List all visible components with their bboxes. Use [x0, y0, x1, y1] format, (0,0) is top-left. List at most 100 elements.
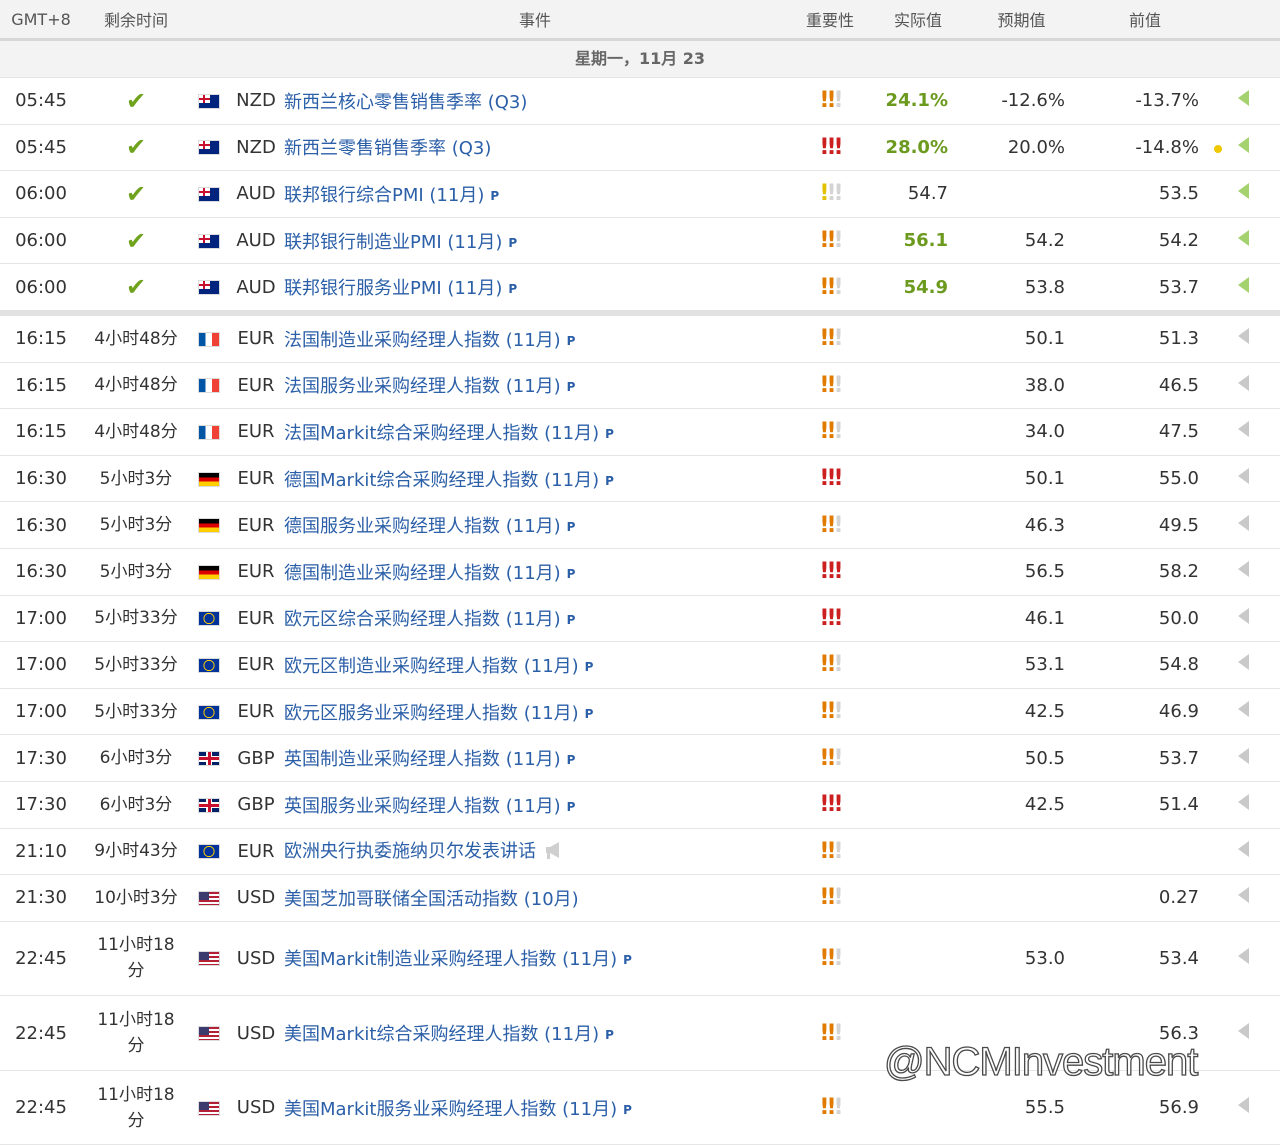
event-link[interactable]: 联邦银行综合PMI (11月) P	[284, 181, 786, 207]
table-row[interactable]: 16:15 4小时48分 EUR 法国Markit综合采购经理人指数 (11月) P!!…	[0, 409, 1280, 456]
event-link[interactable]: 新西兰核心零售销售季率 (Q3)	[284, 88, 786, 114]
expand-arrow-icon[interactable]	[1227, 794, 1260, 815]
expand-arrow-icon[interactable]	[1227, 1022, 1260, 1044]
usd-flag-icon	[198, 1026, 220, 1042]
event-time: 17:30	[15, 747, 67, 769]
event-name: 欧元区服务业采购经理人指数 (11月)	[284, 702, 579, 724]
event-link[interactable]: 欧洲央行执委施纳贝尔发表讲话	[284, 837, 786, 865]
expand-arrow-icon[interactable]	[1227, 421, 1260, 442]
event-link[interactable]: 德国Markit综合采购经理人指数 (11月) P	[284, 466, 786, 492]
expand-arrow-icon[interactable]	[1227, 747, 1260, 769]
expand-arrow-icon[interactable]	[1227, 136, 1260, 158]
event-name: 美国Markit综合采购经理人指数 (11月)	[284, 1024, 600, 1046]
day-label: 星期一，11月 23	[0, 41, 1280, 78]
table-row[interactable]: 16:15 4小时48分 EUR 法国制造业采购经理人指数 (11月) P!!! 50.1…	[0, 316, 1280, 363]
currency-code: GBP	[237, 794, 275, 816]
event-link[interactable]: 新西兰零售销售季率 (Q3)	[284, 134, 786, 160]
importance-icon: !!!	[819, 228, 843, 254]
expand-arrow-icon[interactable]	[1227, 514, 1260, 536]
event-link[interactable]: 英国制造业采购经理人指数 (11月) P	[284, 745, 786, 771]
table-row[interactable]: 16:30 5小时3分 EUR 德国服务业采购经理人指数 (11月) P!!! 46.3 4…	[0, 502, 1280, 549]
event-link[interactable]: 法国服务业采购经理人指数 (11月) P	[284, 372, 786, 398]
table-row[interactable]: 21:30 10小时3分 USD 美国芝加哥联储全国活动指数 (10月)!!! 0.27	[0, 875, 1280, 922]
expand-arrow-icon[interactable]	[1227, 468, 1260, 489]
expand-arrow-icon[interactable]	[1227, 654, 1260, 675]
event-name: 新西兰零售销售季率 (Q3)	[284, 138, 492, 160]
expand-arrow-icon[interactable]	[1227, 887, 1260, 908]
table-row[interactable]: 06:00 ✔ AUD 联邦银行综合PMI (11月) P!!! 54.7 53.5	[0, 171, 1280, 218]
table-row[interactable]: 17:30 6小时3分 GBP 英国制造业采购经理人指数 (11月) P!!! 50.5 5…	[0, 735, 1280, 782]
table-row[interactable]: 06:00 ✔ AUD 联邦银行制造业PMI (11月) P!!! 56.1 54.2 54.…	[0, 218, 1280, 265]
event-time: 16:30	[15, 561, 67, 583]
expand-arrow-icon[interactable]	[1227, 328, 1260, 349]
table-row[interactable]: 16:15 4小时48分 EUR 法国服务业采购经理人指数 (11月) P!!! 38.0…	[0, 363, 1280, 410]
time-remaining: 5小时3分	[82, 466, 190, 492]
table-row[interactable]: 05:45 ✔ NZD 新西兰核心零售销售季率 (Q3)!!! 24.1% -12.6% -…	[0, 78, 1280, 125]
currency-code: USD	[236, 1097, 276, 1119]
event-link[interactable]: 联邦银行服务业PMI (11月) P	[284, 274, 786, 300]
eur-de-flag-icon	[198, 518, 220, 534]
currency-code: AUD	[236, 276, 276, 298]
event-name: 美国芝加哥联储全国活动指数 (10月)	[284, 888, 579, 910]
event-time: 17:00	[15, 701, 67, 723]
preliminary-badge: P	[566, 753, 576, 768]
preliminary-badge: P	[623, 1102, 632, 1117]
time-remaining: 5小时3分	[82, 559, 190, 585]
event-link[interactable]: 欧元区服务业采购经理人指数 (11月) P	[284, 699, 786, 725]
table-row[interactable]: 17:30 6小时3分 GBP 英国服务业采购经理人指数 (11月) P!!! 42.5 5…	[0, 782, 1280, 829]
expand-arrow-icon[interactable]	[1227, 90, 1260, 111]
event-link[interactable]: 联邦银行制造业PMI (11月) P	[284, 228, 786, 254]
revision-dot-icon	[1209, 137, 1227, 158]
time-remaining-text: 5小时33分	[94, 654, 178, 675]
speech-icon	[544, 840, 566, 865]
header-remaining: 剩余时间	[103, 11, 168, 30]
expand-arrow-icon[interactable]	[1227, 840, 1260, 862]
expand-arrow-icon[interactable]	[1227, 183, 1260, 204]
event-link[interactable]: 英国服务业采购经理人指数 (11月) P	[284, 792, 786, 818]
expand-arrow-icon[interactable]	[1227, 230, 1260, 251]
time-remaining-text: 11小时18分	[97, 935, 175, 982]
table-row[interactable]: 17:00 5小时33分 EUR 欧元区制造业采购经理人指数 (11月) P!!! 53.…	[0, 642, 1280, 689]
expand-arrow-icon[interactable]	[1227, 374, 1260, 396]
event-name: 美国Markit服务业采购经理人指数 (11月)	[284, 1098, 618, 1120]
flag-icon	[190, 468, 228, 489]
event-link[interactable]: 美国Markit综合采购经理人指数 (11月) P	[284, 1020, 786, 1046]
forecast-value: 54.2	[1024, 230, 1065, 252]
table-row[interactable]: 22:45 11小时18分 USD 美国Markit制造业采购经理人指数 (11月) P…	[0, 922, 1280, 997]
forecast-value: 53.0	[1024, 947, 1065, 969]
previous-value: 53.4	[1158, 947, 1199, 969]
event-link[interactable]: 欧元区制造业采购经理人指数 (11月) P	[284, 652, 786, 678]
eur-fr-flag-icon	[198, 378, 220, 394]
table-row[interactable]: 17:00 5小时33分 EUR 欧元区综合采购经理人指数 (11月) P!!! 46.1…	[0, 596, 1280, 643]
table-row[interactable]: 06:00 ✔ AUD 联邦银行服务业PMI (11月) P!!! 54.9 53.8 53.…	[0, 264, 1280, 316]
expand-arrow-icon[interactable]	[1227, 1097, 1260, 1118]
header-timezone[interactable]: GMT+8	[0, 10, 82, 29]
expand-arrow-icon[interactable]	[1227, 947, 1260, 969]
event-link[interactable]: 德国服务业采购经理人指数 (11月) P	[284, 512, 786, 538]
expand-arrow-icon[interactable]	[1227, 561, 1260, 582]
event-link[interactable]: 德国制造业采购经理人指数 (11月) P	[284, 559, 786, 585]
expand-arrow-icon[interactable]	[1227, 607, 1260, 629]
table-row[interactable]: 16:30 5小时3分 EUR 德国制造业采购经理人指数 (11月) P!!! 56.5 5…	[0, 549, 1280, 596]
currency-code: USD	[236, 1022, 276, 1044]
table-row[interactable]: 21:10 9小时43分 EUR 欧洲央行执委施纳贝尔发表讲话!!!	[0, 829, 1280, 876]
event-link[interactable]: 欧元区综合采购经理人指数 (11月) P	[284, 605, 786, 631]
event-link[interactable]: 美国Markit制造业采购经理人指数 (11月) P	[284, 945, 786, 971]
table-row[interactable]: 05:45 ✔ NZD 新西兰零售销售季率 (Q3)!!! 28.0% 20.0% -14.…	[0, 125, 1280, 172]
event-link[interactable]: 法国制造业采购经理人指数 (11月) P	[284, 326, 786, 352]
importance-icon: !!!	[819, 559, 843, 585]
forecast-value: 56.5	[1024, 561, 1065, 583]
time-remaining-text: 11小时18分	[97, 1010, 175, 1057]
importance-icon: !!!	[819, 699, 843, 725]
table-row[interactable]: 17:00 5小时33分 EUR 欧元区服务业采购经理人指数 (11月) P!!! 42.…	[0, 689, 1280, 736]
table-row[interactable]: 16:30 5小时3分 EUR 德国Markit综合采购经理人指数 (11月) P!!!…	[0, 456, 1280, 503]
expand-arrow-icon[interactable]	[1227, 701, 1260, 722]
event-link[interactable]: 美国芝加哥联储全国活动指数 (10月)	[284, 885, 786, 911]
event-link[interactable]: 法国Markit综合采购经理人指数 (11月) P	[284, 419, 786, 445]
preliminary-badge: P	[508, 235, 518, 250]
event-link[interactable]: 美国Markit服务业采购经理人指数 (11月) P	[284, 1095, 786, 1121]
currency-code: EUR	[237, 468, 275, 490]
flag-icon	[190, 90, 228, 111]
expand-arrow-icon[interactable]	[1227, 276, 1260, 298]
eur-fr-flag-icon	[198, 424, 220, 440]
